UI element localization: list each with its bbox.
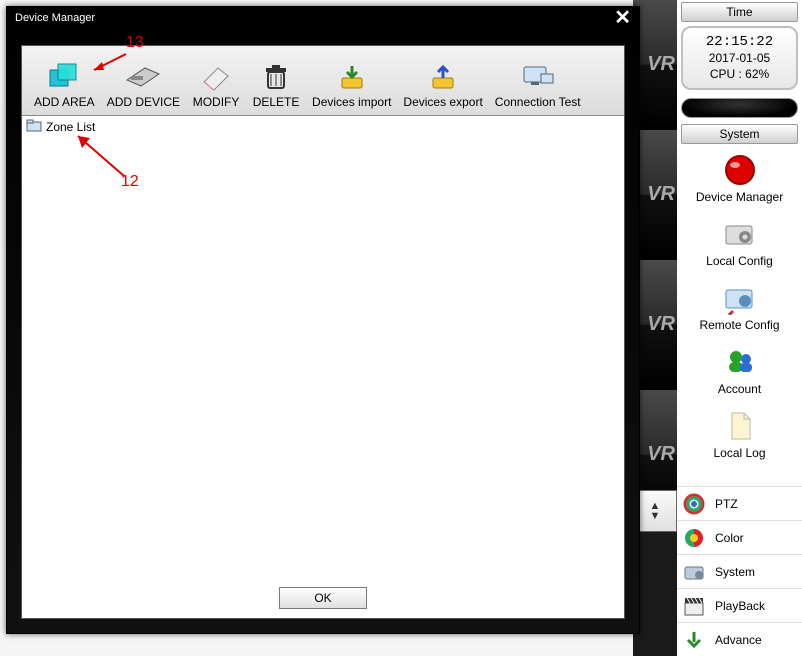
devices-export-button[interactable]: Devices export [397,55,488,115]
sidebar-account[interactable]: Account [677,340,802,404]
label: System [715,565,755,579]
device-manager-dialog: Device Manager ✕ ADD AREA ADD DEVICE MO [6,6,640,634]
document-icon [722,408,758,444]
dialog-title: Device Manager [15,12,95,24]
label: PlayBack [715,599,765,613]
gear-folder-icon [722,216,758,252]
label: Account [718,382,761,396]
sidebar-remote-config[interactable]: Remote Config [677,276,802,340]
arrow-down-icon [681,627,707,653]
ok-button[interactable]: OK [279,587,367,609]
label: Advance [715,633,762,647]
add-area-button[interactable]: ADD AREA [28,55,101,115]
export-icon [419,59,467,95]
dialog-toolbar: ADD AREA ADD DEVICE MODIFY DELETE [22,46,624,116]
clapper-icon [681,593,707,619]
trash-icon [252,59,300,95]
label: Local Log [713,446,765,460]
label: ADD DEVICE [107,95,180,109]
tool-color[interactable]: Color [677,520,802,554]
label: Devices export [403,95,482,109]
label: Connection Test [495,95,581,109]
device-icon [119,59,167,95]
add-device-button[interactable]: ADD DEVICE [101,55,186,115]
monitor-icon [514,59,562,95]
sidebar-local-log[interactable]: Local Log [677,404,802,468]
import-icon [328,59,376,95]
label: Color [715,531,744,545]
gear-icon [681,559,707,585]
eraser-icon [192,59,240,95]
chevron-down-icon: ▼ [650,511,661,521]
time-panel: 22:15:22 2017-01-05 CPU : 62% [681,26,798,90]
zone-list-root[interactable]: Zone List [46,120,95,134]
folder-icon [26,118,42,135]
remote-folder-icon [722,280,758,316]
system-header: System [681,124,798,144]
label: Local Config [706,254,773,268]
time-header: Time [681,2,798,22]
close-icon[interactable]: ✕ [614,11,631,25]
connection-test-button[interactable]: Connection Test [489,55,587,115]
ptz-icon [681,491,707,517]
cpu-usage: CPU : 62% [683,66,796,82]
label: Devices import [312,95,391,109]
label: PTZ [715,497,738,511]
date: 2017-01-05 [683,50,796,66]
label: Remote Config [699,318,779,332]
tool-playback[interactable]: PlayBack [677,588,802,622]
sidebar-device-manager[interactable]: Device Manager [677,148,802,212]
area-icon [40,59,88,95]
modify-button[interactable]: MODIFY [186,55,246,115]
tool-system[interactable]: System [677,554,802,588]
label: Device Manager [696,190,783,204]
label: DELETE [253,95,300,109]
label: MODIFY [193,95,240,109]
sidebar-local-config[interactable]: Local Config [677,212,802,276]
color-icon [681,525,707,551]
devices-import-button[interactable]: Devices import [306,55,397,115]
label: ADD AREA [34,95,95,109]
status-pill [681,98,798,118]
record-button-icon [722,152,758,188]
tool-ptz[interactable]: PTZ [677,486,802,520]
zone-tree[interactable]: Zone List [22,116,624,578]
delete-button[interactable]: DELETE [246,55,306,115]
clock: 22:15:22 [683,34,796,50]
tool-advance[interactable]: Advance [677,622,802,656]
users-icon [722,344,758,380]
